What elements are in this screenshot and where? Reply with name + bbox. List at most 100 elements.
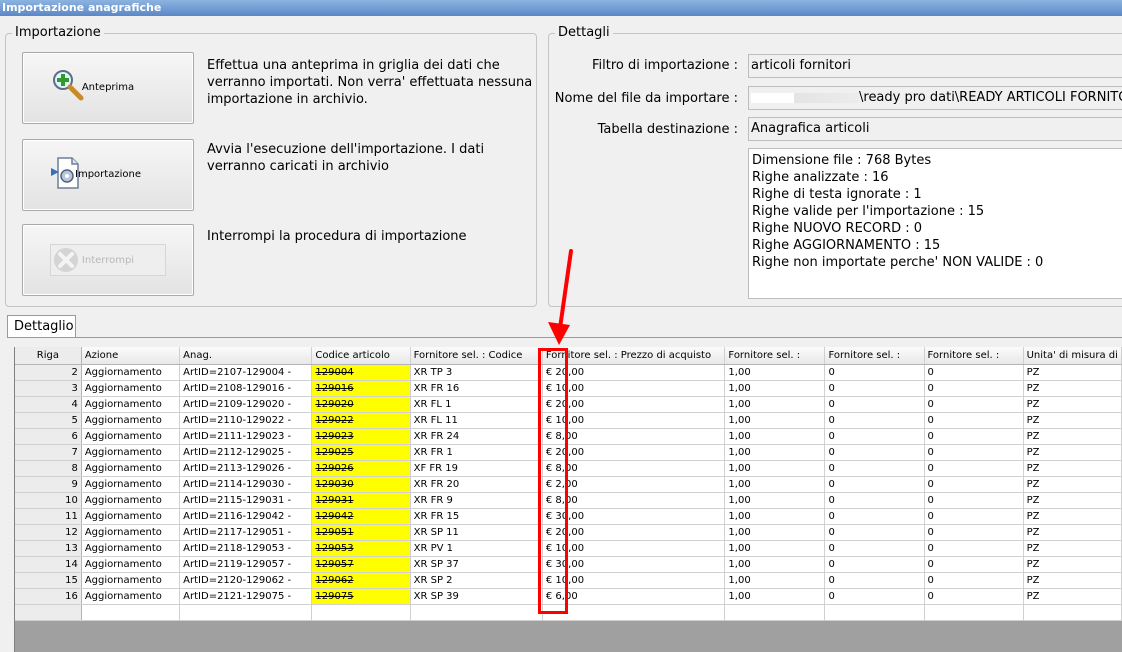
- cell-codice-articolo[interactable]: 129031: [311, 492, 411, 509]
- cell-fornitore-9[interactable]: 0: [924, 476, 1024, 493]
- cell-fornitore-8[interactable]: 0: [824, 556, 925, 573]
- import-button[interactable]: Importazione: [22, 139, 194, 211]
- cell-fornitore-8[interactable]: 0: [824, 396, 925, 413]
- cell-fornitore-codice[interactable]: XR SP 11: [410, 524, 543, 541]
- cell-fornitore-7[interactable]: 1,00: [724, 412, 826, 429]
- cell-riga[interactable]: 12: [15, 524, 82, 541]
- cell-fornitore-7[interactable]: 1,00: [724, 428, 826, 445]
- cell-prezzo-acquisto[interactable]: € 2,00: [542, 476, 726, 493]
- cell-anag[interactable]: ArtID=2110-129022 -: [179, 412, 313, 429]
- table-row[interactable]: 2 Aggiornamento ArtID=2107-129004 -129004 X…: [15, 364, 1122, 381]
- column-header-anag[interactable]: Anag.: [179, 347, 313, 365]
- table-row[interactable]: 12 Aggiornamento ArtID=2117-129051 -129051…: [15, 524, 1122, 541]
- table-row[interactable]: 10 Aggiornamento ArtID=2115-129031 -129031…: [15, 492, 1122, 509]
- cell-fornitore-9[interactable]: 0: [924, 524, 1024, 541]
- cell-riga[interactable]: 4: [15, 396, 82, 413]
- column-header-riga[interactable]: Riga: [15, 347, 82, 365]
- cell-fornitore-codice[interactable]: XR FL 1: [410, 396, 543, 413]
- cell-prezzo-acquisto[interactable]: € 10,00: [542, 380, 726, 397]
- table-field[interactable]: Anagrafica articoli: [748, 117, 1122, 141]
- cell-codice-articolo[interactable]: 129062: [311, 572, 411, 589]
- cell-fornitore-9[interactable]: 0: [924, 572, 1024, 589]
- cell-fornitore-8[interactable]: 0: [824, 380, 925, 397]
- cell-codice-articolo[interactable]: 129023: [311, 428, 411, 445]
- cell-azione[interactable]: Aggiornamento: [81, 476, 181, 493]
- cell-unita-misura[interactable]: PZ: [1023, 428, 1122, 445]
- cell-azione[interactable]: Aggiornamento: [81, 508, 181, 525]
- cell-fornitore-codice[interactable]: XR FR 15: [410, 508, 543, 525]
- cell-fornitore-9[interactable]: 0: [924, 540, 1024, 557]
- cell-fornitore-9[interactable]: 0: [924, 364, 1024, 381]
- cell-unita-misura[interactable]: PZ: [1023, 396, 1122, 413]
- table-row[interactable]: 16 Aggiornamento ArtID=2121-129075 -129075…: [15, 588, 1122, 605]
- preview-button[interactable]: Anteprima: [22, 52, 194, 124]
- cell-fornitore-codice[interactable]: XR PV 1: [410, 540, 543, 557]
- cell-riga[interactable]: 14: [15, 556, 82, 573]
- cell-riga[interactable]: 10: [15, 492, 82, 509]
- cell-prezzo-acquisto[interactable]: € 8,00: [542, 428, 726, 445]
- cell-codice-articolo[interactable]: 129057: [311, 556, 411, 573]
- cell-fornitore-codice[interactable]: XR FR 24: [410, 428, 543, 445]
- cell-unita-misura[interactable]: PZ: [1023, 572, 1122, 589]
- column-header-fornitore-9[interactable]: Fornitore sel. :: [924, 347, 1024, 365]
- cell-fornitore-8[interactable]: 0: [824, 364, 925, 381]
- column-header-unita-misura[interactable]: Unita' di misura di: [1023, 347, 1122, 365]
- cell-fornitore-9[interactable]: 0: [924, 460, 1024, 477]
- cell-fornitore-9[interactable]: 0: [924, 412, 1024, 429]
- cell-fornitore-8[interactable]: 0: [824, 508, 925, 525]
- cell-riga[interactable]: 13: [15, 540, 82, 557]
- cell-azione[interactable]: Aggiornamento: [81, 396, 181, 413]
- cell-azione[interactable]: Aggiornamento: [81, 556, 181, 573]
- cell-prezzo-acquisto[interactable]: € 10,00: [542, 412, 726, 429]
- cell-fornitore-8[interactable]: 0: [824, 540, 925, 557]
- cell-codice-articolo[interactable]: 129075: [311, 588, 411, 605]
- cell-riga[interactable]: 5: [15, 412, 82, 429]
- cell-prezzo-acquisto[interactable]: € 30,00: [542, 556, 726, 573]
- cell-anag[interactable]: ArtID=2119-129057 -: [179, 556, 313, 573]
- cell-prezzo-acquisto[interactable]: € 30,00: [542, 508, 726, 525]
- cell-fornitore-7[interactable]: 1,00: [724, 492, 826, 509]
- cell-fornitore-8[interactable]: 0: [824, 572, 925, 589]
- cell-codice-articolo[interactable]: 129030: [311, 476, 411, 493]
- cell-fornitore-7[interactable]: 1,00: [724, 572, 826, 589]
- cell-codice-articolo[interactable]: 129051: [311, 524, 411, 541]
- column-header-codice-articolo[interactable]: Codice articolo: [311, 347, 411, 365]
- column-header-fornitore-prezzo[interactable]: Fornitore sel. : Prezzo di acquisto: [542, 347, 726, 365]
- cell-anag[interactable]: ArtID=2111-129023 -: [179, 428, 313, 445]
- file-field[interactable]: \ready pro dati\READY ARTICOLI FORNITORI: [748, 86, 1122, 110]
- cell-anag[interactable]: ArtID=2109-129020 -: [179, 396, 313, 413]
- cell-fornitore-7[interactable]: 1,00: [724, 508, 826, 525]
- cell-prezzo-acquisto[interactable]: € 6,00: [542, 588, 726, 605]
- cell-fornitore-codice[interactable]: XR SP 2: [410, 572, 543, 589]
- cell-fornitore-7[interactable]: 1,00: [724, 460, 826, 477]
- cell-anag[interactable]: ArtID=2118-129053 -: [179, 540, 313, 557]
- cell-codice-articolo[interactable]: 129016: [311, 380, 411, 397]
- cell-fornitore-codice[interactable]: XR FR 9: [410, 492, 543, 509]
- cell-riga[interactable]: 11: [15, 508, 82, 525]
- cell-fornitore-7[interactable]: 1,00: [724, 524, 826, 541]
- cell-fornitore-8[interactable]: 0: [824, 476, 925, 493]
- cell-unita-misura[interactable]: PZ: [1023, 412, 1122, 429]
- tab-dettaglio[interactable]: Dettaglio: [7, 315, 76, 338]
- cell-anag[interactable]: ArtID=2108-129016 -: [179, 380, 313, 397]
- cell-anag[interactable]: ArtID=2120-129062 -: [179, 572, 313, 589]
- cell-riga[interactable]: 3: [15, 380, 82, 397]
- cell-azione[interactable]: Aggiornamento: [81, 428, 181, 445]
- stop-button[interactable]: Interrompi: [22, 224, 194, 296]
- cell-unita-misura[interactable]: PZ: [1023, 508, 1122, 525]
- cell-azione[interactable]: Aggiornamento: [81, 524, 181, 541]
- cell-riga[interactable]: 2: [15, 364, 82, 381]
- cell-fornitore-9[interactable]: 0: [924, 444, 1024, 461]
- cell-unita-misura[interactable]: PZ: [1023, 588, 1122, 605]
- cell-fornitore-9[interactable]: 0: [924, 556, 1024, 573]
- cell-fornitore-8[interactable]: 0: [824, 492, 925, 509]
- cell-fornitore-9[interactable]: 0: [924, 492, 1024, 509]
- cell-unita-misura[interactable]: PZ: [1023, 380, 1122, 397]
- cell-azione[interactable]: Aggiornamento: [81, 492, 181, 509]
- cell-azione[interactable]: Aggiornamento: [81, 412, 181, 429]
- cell-fornitore-7[interactable]: 1,00: [724, 444, 826, 461]
- cell-azione[interactable]: Aggiornamento: [81, 540, 181, 557]
- cell-fornitore-codice[interactable]: XR SP 37: [410, 556, 543, 573]
- cell-unita-misura[interactable]: PZ: [1023, 492, 1122, 509]
- cell-fornitore-8[interactable]: 0: [824, 460, 925, 477]
